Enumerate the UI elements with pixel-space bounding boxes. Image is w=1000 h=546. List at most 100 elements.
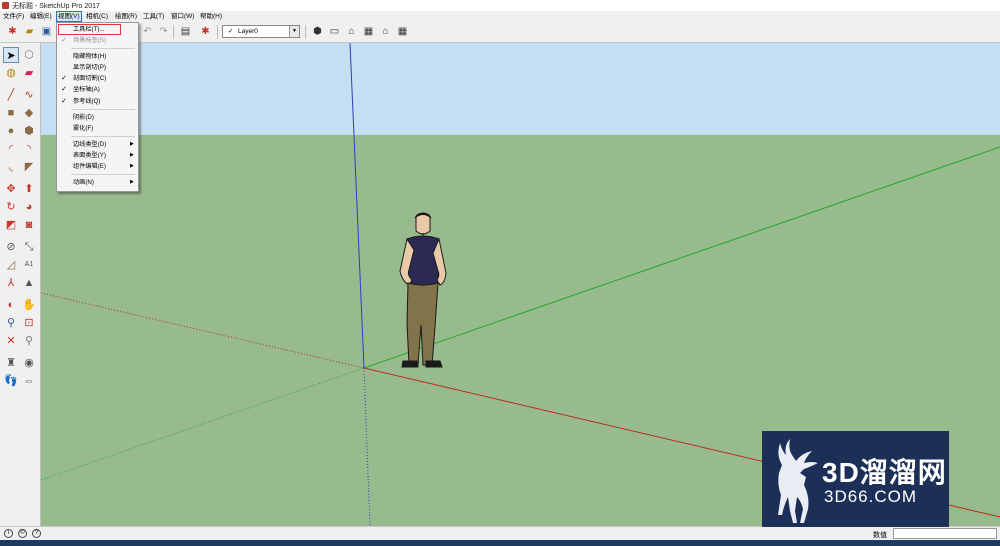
menu-item-shadows[interactable]: 阴影(D) [73,113,94,122]
menu-camera[interactable]: 相机(C) [85,12,109,21]
left-view-icon[interactable]: ▦ [395,24,410,39]
help-icon[interactable]: ? [32,529,41,538]
layer-value: Layer0 [238,28,258,35]
zoom-window-icon[interactable]: ⊡ [21,315,37,331]
geo-location-icon[interactable]: i [4,529,13,538]
section-plane-icon[interactable]: ⇔ [21,373,37,389]
submenu-arrow-icon: ▶ [130,163,134,169]
arc-icon[interactable]: ◜ [3,141,19,157]
menu-tools[interactable]: 工具(T) [142,12,165,21]
top-view-icon[interactable]: ▭ [327,24,342,39]
submenu-arrow-icon: ▶ [130,179,134,185]
measurements-label: 数值 [873,532,887,539]
right-view-icon[interactable]: ▦ [361,24,376,39]
os-taskbar [0,540,1000,546]
select-arrow-icon[interactable]: ➤ [3,47,19,63]
redo-icon[interactable]: ↷ [156,24,171,39]
protractor-icon[interactable]: ◿ [3,257,19,273]
status-bar: i © ? 数值 [0,526,1000,541]
look-around-icon[interactable]: ◉ [21,355,37,371]
menu-bar: 文件(F) 编辑(E) 视图(V) 相机(C) 绘图(R) 工具(T) 窗口(W… [0,11,1000,22]
menu-separator [71,48,135,49]
open-folder-icon[interactable]: ▰ [22,24,37,39]
menu-item-hidden-geometry[interactable]: 隐藏物体(H) [73,52,106,61]
menu-item-scene-tabs[interactable]: 场景标签(S) [73,36,106,45]
menu-separator [71,109,135,110]
circle-icon[interactable]: ● [3,123,19,139]
menu-view[interactable]: 视图(V) [56,11,82,22]
toolbar-separator [305,25,306,39]
menu-item-animation[interactable]: 动画(N) [73,178,94,187]
menu-draw[interactable]: 绘图(R) [114,12,138,21]
chevron-down-icon[interactable]: ▼ [289,26,299,37]
menu-item-guides[interactable]: 参考线(Q) [73,97,101,106]
check-icon: ✓ [61,86,67,93]
make-component-icon[interactable]: ⬡ [21,47,37,63]
iso-view-icon[interactable]: ⬢ [310,24,325,39]
sketchup-app-icon [2,2,9,9]
check-icon: ✓ [61,75,67,82]
menu-window[interactable]: 窗口(W) [170,12,195,21]
menu-file[interactable]: 文件(F) [2,12,25,21]
menu-item-face-style[interactable]: 表面类型(Y) [73,151,106,160]
dimension-icon[interactable]: ⤡ [21,239,37,255]
layer-select[interactable]: ✓ Layer0 ▼ [222,25,300,38]
measurements-input[interactable] [893,528,997,539]
pan-icon[interactable]: ✋ [21,297,37,313]
front-view-icon[interactable]: ⌂ [344,24,359,39]
rotate-icon[interactable]: ↻ [3,199,19,215]
two-point-arc-icon[interactable]: ◝ [21,141,37,157]
3d-text-icon[interactable]: ▲ [21,275,37,291]
menu-item-edge-style[interactable]: 边线类型(D) [73,140,106,149]
tape-measure-icon[interactable]: ⊘ [3,239,19,255]
submenu-arrow-icon: ▶ [130,152,134,158]
menu-help[interactable]: 帮助(H) [199,12,223,21]
menu-item-fog[interactable]: 雾化(F) [73,124,93,133]
save-icon[interactable]: ▣ [39,24,54,39]
freehand-icon[interactable]: ∿ [21,87,37,103]
walk-icon[interactable]: 👣 [3,373,19,389]
watermark-logo: 3D溜溜网 3D66.COM [762,431,949,527]
menu-item-section-cuts[interactable]: 剖面切割(C) [73,74,106,83]
model-info-icon[interactable]: ✱ [198,24,213,39]
zoom-icon[interactable]: ⚲ [3,315,19,331]
rotated-rectangle-icon[interactable]: ◆ [21,105,37,121]
orbit-icon[interactable]: ◐ [3,297,19,313]
axes-icon[interactable]: ⅄ [3,275,19,291]
menu-edit[interactable]: 编辑(E) [29,12,53,21]
menu-item-section-planes[interactable]: 显示剖切(P) [73,63,106,72]
zoom-extents-icon[interactable]: ✕ [3,333,19,349]
large-toolset-palette: ➤ ⬡ ◍ ▰ ╱ ∿ ■ ◆ ● ⬢ ◜ ◝ ◟ ◤ ✥ ⬆ ↻ ◕ ◩ ◙ … [0,43,41,526]
position-camera-icon[interactable]: ♜ [3,355,19,371]
check-icon: ✓ [61,98,67,105]
follow-me-icon[interactable]: ◕ [21,199,37,215]
pie-icon[interactable]: ◤ [21,159,37,175]
menu-item-component-edit[interactable]: 组件编辑(E) [73,162,106,171]
paint-bucket-icon[interactable]: ◍ [3,65,19,81]
eraser-icon[interactable]: ▰ [21,65,37,81]
polygon-icon[interactable]: ⬢ [21,123,37,139]
watermark-line1: 3D溜溜网 [822,457,947,488]
push-pull-icon[interactable]: ⬆ [21,181,37,197]
main-toolbar: ✱ ▰ ▣ ↶ ↷ ▤ ✱ ⬢ ▭ ⌂ ▦ ⌂ ▦ [0,22,1000,43]
credits-icon[interactable]: © [18,529,27,538]
new-model-icon[interactable]: ✱ [5,24,20,39]
scale-icon[interactable]: ◩ [3,217,19,233]
submenu-arrow-icon: ▶ [130,141,134,147]
rectangle-icon[interactable]: ■ [3,105,19,121]
menu-separator [71,136,135,137]
text-tool-icon[interactable]: A1 [21,257,37,273]
move-icon[interactable]: ✥ [3,181,19,197]
undo-icon[interactable]: ↶ [140,24,155,39]
sky [41,43,1000,135]
previous-view-icon[interactable]: ⚲ [21,333,37,349]
line-tool-icon[interactable]: ╱ [3,87,19,103]
window-title: 无标题 - SketchUp Pro 2017 [12,3,100,10]
back-view-icon[interactable]: ⌂ [378,24,393,39]
menu-item-axes[interactable]: 坐标轴(A) [73,85,100,94]
three-point-arc-icon[interactable]: ◟ [3,159,19,175]
offset-icon[interactable]: ◙ [21,217,37,233]
menu-item-toolbars[interactable]: 工具栏(T)... [73,25,105,34]
layer-check-icon: ✓ [228,28,234,35]
print-icon[interactable]: ▤ [178,24,193,39]
